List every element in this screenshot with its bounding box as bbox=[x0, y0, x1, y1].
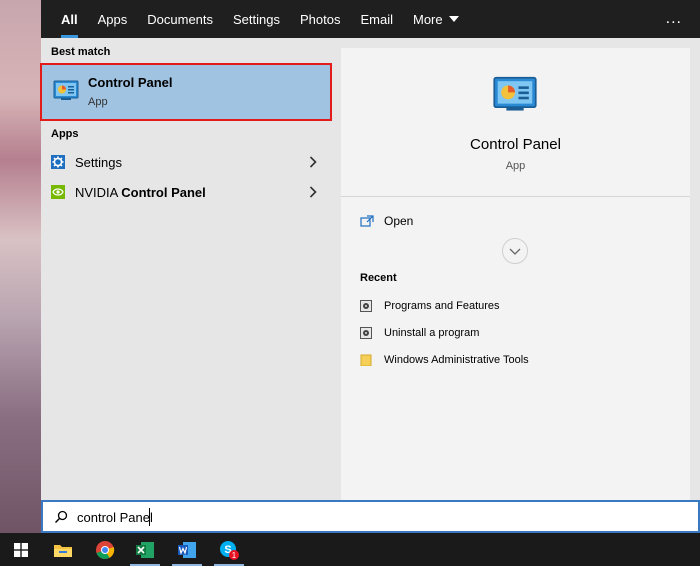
recent-item-admin-tools[interactable]: Windows Administrative Tools bbox=[360, 354, 529, 366]
text-cursor bbox=[149, 508, 150, 526]
recent-item-programs-features[interactable]: Programs and Features bbox=[360, 300, 500, 312]
file-explorer-icon bbox=[54, 544, 72, 557]
open-action[interactable]: Open bbox=[360, 214, 413, 228]
tab-photos[interactable]: Photos bbox=[290, 0, 350, 38]
results-pane: Best match Control Panel App Apps Settin… bbox=[40, 38, 332, 500]
search-icon bbox=[54, 510, 68, 524]
recent-item-label: Programs and Features bbox=[384, 300, 500, 312]
apps-header: Apps bbox=[51, 128, 79, 140]
skype-badge: 1 bbox=[232, 551, 237, 560]
tab-apps[interactable]: Apps bbox=[88, 0, 138, 38]
recent-item-label: Windows Administrative Tools bbox=[384, 354, 529, 366]
recent-item-uninstall[interactable]: Uninstall a program bbox=[360, 327, 479, 339]
open-label: Open bbox=[384, 214, 414, 228]
nvidia-icon bbox=[51, 185, 65, 199]
tab-email[interactable]: Email bbox=[350, 0, 403, 38]
recent-item-label: Uninstall a program bbox=[384, 327, 480, 339]
preview-title: Control Panel bbox=[470, 136, 561, 153]
tab-all[interactable]: All bbox=[51, 0, 88, 38]
gear-icon bbox=[51, 155, 65, 169]
app-result-label: Settings bbox=[75, 154, 122, 170]
taskbar-excel[interactable] bbox=[126, 533, 164, 566]
chevron-down-icon bbox=[448, 16, 459, 22]
word-icon bbox=[178, 541, 196, 558]
open-icon bbox=[360, 215, 374, 227]
taskbar-file-explorer[interactable] bbox=[44, 533, 82, 566]
search-input[interactable] bbox=[77, 506, 637, 528]
chevron-right-icon[interactable] bbox=[309, 156, 317, 168]
folder-icon bbox=[360, 354, 372, 366]
best-match-result[interactable]: Control Panel App bbox=[40, 63, 332, 121]
chrome-icon bbox=[96, 540, 115, 559]
app-result-nvidia-control-panel[interactable]: NVIDIA Control Panel bbox=[41, 177, 331, 207]
taskbar: S 1 bbox=[0, 533, 700, 566]
nvidia-label-match: Control Panel bbox=[121, 184, 206, 200]
preview-subtitle: App bbox=[505, 160, 526, 172]
more-options-button[interactable]: ... bbox=[666, 10, 682, 28]
app-result-settings[interactable]: Settings bbox=[41, 147, 331, 177]
tab-more-label: More bbox=[413, 11, 443, 27]
expand-button[interactable] bbox=[502, 238, 528, 264]
chevron-down-icon bbox=[509, 248, 521, 255]
taskbar-skype[interactable]: S 1 bbox=[210, 533, 248, 566]
excel-icon bbox=[136, 541, 154, 558]
control-panel-icon bbox=[493, 76, 537, 111]
best-match-header: Best match bbox=[51, 46, 111, 58]
preview-pane: Control Panel App Open Recent Programs a… bbox=[341, 48, 690, 500]
start-button[interactable] bbox=[2, 533, 40, 566]
chevron-right-icon[interactable] bbox=[309, 186, 317, 198]
tab-more[interactable]: More bbox=[403, 0, 469, 38]
programs-features-icon bbox=[360, 327, 372, 339]
desktop-wallpaper bbox=[0, 0, 41, 533]
programs-features-icon bbox=[360, 300, 372, 312]
tab-documents[interactable]: Documents bbox=[137, 0, 223, 38]
divider bbox=[341, 196, 690, 197]
search-filter-tabs: All Apps Documents Settings Photos Email… bbox=[41, 0, 700, 38]
best-match-title: Control Panel bbox=[88, 75, 173, 90]
skype-icon: S 1 bbox=[220, 540, 239, 560]
taskbar-chrome[interactable] bbox=[86, 533, 124, 566]
search-box[interactable] bbox=[41, 500, 700, 533]
control-panel-icon bbox=[53, 80, 79, 100]
recent-header: Recent bbox=[360, 272, 397, 284]
taskbar-word[interactable] bbox=[168, 533, 206, 566]
tab-settings[interactable]: Settings bbox=[223, 0, 290, 38]
windows-start-icon bbox=[14, 542, 28, 557]
best-match-subtitle: App bbox=[88, 96, 108, 108]
start-search-menu: All Apps Documents Settings Photos Email… bbox=[40, 0, 700, 533]
nvidia-label-prefix: NVIDIA bbox=[75, 184, 122, 200]
app-result-label: NVIDIA Control Panel bbox=[75, 185, 206, 200]
